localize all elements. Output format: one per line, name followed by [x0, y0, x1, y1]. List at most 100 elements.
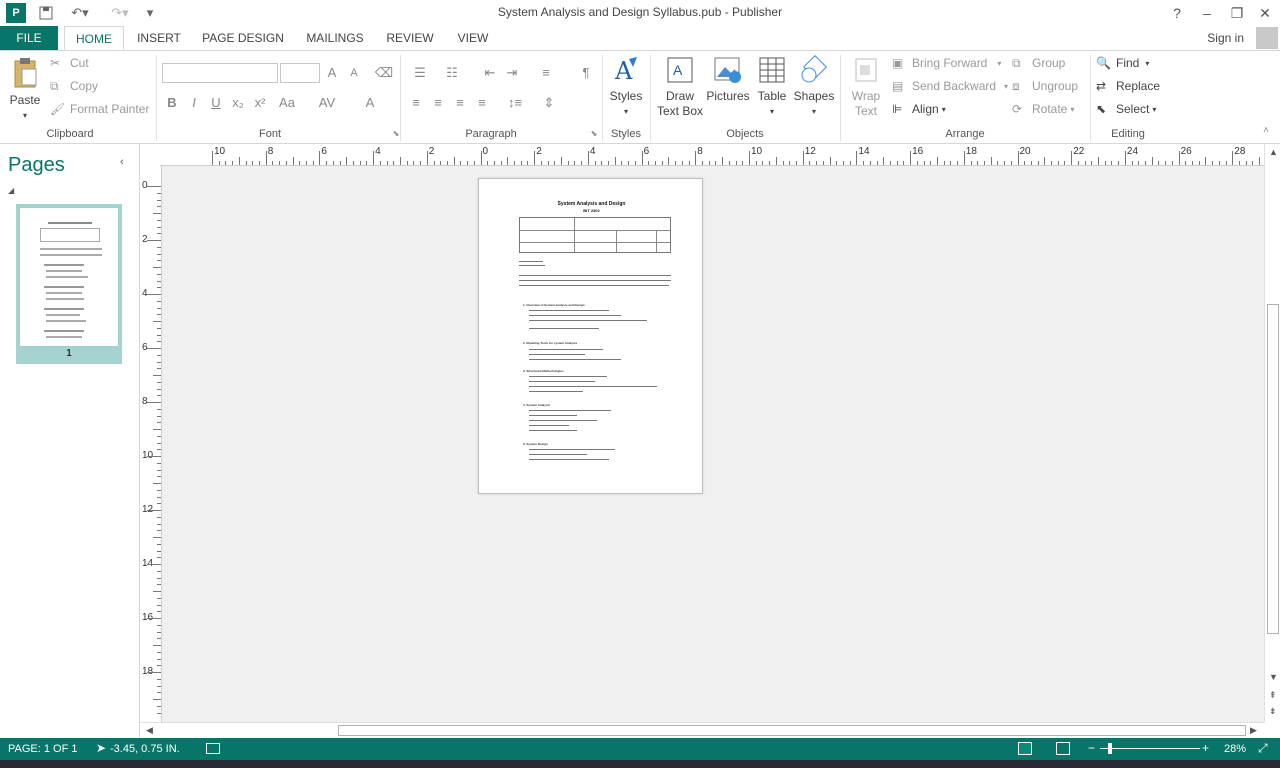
styles-button[interactable]: A Styles ▾ [608, 55, 644, 119]
send-backward-button[interactable]: ▤ Send Backward ▾ [892, 79, 1008, 93]
tab-review[interactable]: REVIEW [382, 26, 438, 50]
align-left-icon[interactable]: ≡ [406, 95, 426, 110]
align-center-icon[interactable]: ≡ [428, 95, 448, 110]
character-spacing-button[interactable]: AV [314, 95, 340, 110]
wrap-text-button[interactable]: Wrap Text [846, 55, 886, 119]
restore-button[interactable]: ❐ [1222, 2, 1252, 24]
underline-button[interactable]: U [206, 95, 226, 110]
previous-page-icon[interactable]: ⇞ [1269, 690, 1277, 701]
font-size-combo[interactable] [280, 63, 320, 83]
columns-icon[interactable]: ≡ [534, 65, 558, 80]
subscript-button[interactable]: x₂ [228, 95, 248, 110]
ruler-tick [157, 584, 161, 586]
ruler-tick [157, 192, 161, 194]
font-dialog-launcher-icon[interactable]: ⬊ [386, 129, 406, 138]
increase-indent-icon[interactable]: ⇥ [502, 65, 522, 81]
bold-button[interactable]: B [162, 95, 182, 110]
draw-text-box-button[interactable]: A Draw Text Box [656, 55, 704, 119]
fit-page-icon[interactable]: ⤢ [1258, 741, 1268, 756]
scroll-up-icon[interactable]: ▲ [1269, 147, 1278, 157]
format-painter-button[interactable]: 🖌 Format Painter [50, 102, 149, 116]
clear-formatting-icon[interactable]: ⌫ [374, 65, 394, 81]
justify-icon[interactable]: ≡ [472, 95, 492, 110]
rotate-button[interactable]: ⟳ Rotate ▾ [1012, 102, 1074, 116]
tab-insert[interactable]: INSERT [132, 26, 186, 50]
two-page-view-icon[interactable] [1056, 742, 1070, 755]
ruler-tick [157, 415, 161, 417]
next-page-icon[interactable]: ⇟ [1269, 706, 1277, 717]
tab-view[interactable]: VIEW [450, 26, 496, 50]
superscript-button[interactable]: x² [250, 95, 270, 110]
zoom-out-button[interactable]: − [1088, 741, 1095, 755]
scroll-down-icon[interactable]: ▼ [1269, 672, 1278, 682]
bring-forward-button[interactable]: ▣ Bring Forward ▾ [892, 56, 1001, 70]
ungroup-button[interactable]: ⧈ Ungroup [1012, 79, 1078, 93]
paste-button[interactable]: Paste ▾ [6, 57, 44, 123]
replace-button[interactable]: ⇄ Replace [1096, 79, 1160, 93]
bullets-icon[interactable]: ☰ [408, 65, 432, 81]
collapse-ribbon-icon[interactable]: ˄ [1256, 125, 1276, 136]
vertical-ruler[interactable]: 024681012141618 [140, 166, 162, 722]
section-heading: 1. Overview of System analysis and Desig… [523, 303, 585, 307]
find-icon: 🔍 [1096, 56, 1111, 70]
ruler-tick [157, 260, 161, 262]
ruler-tick [930, 161, 932, 165]
ruler-tick [379, 161, 381, 165]
vertical-scroll-thumb[interactable] [1267, 304, 1279, 634]
help-button[interactable]: ? [1162, 2, 1192, 24]
expand-arrow-icon[interactable]: ◢ [8, 186, 14, 195]
scroll-left-icon[interactable]: ◀ [146, 725, 153, 736]
ribbon: Paste ▾ ✂ Cut ⧉ Copy 🖌 Format Painter Clipb… [0, 50, 1280, 144]
object-size-icon [206, 743, 220, 754]
zoom-slider[interactable] [1100, 748, 1200, 749]
pictures-button[interactable]: Pictures [706, 55, 750, 104]
sign-in-link[interactable]: Sign in [1207, 31, 1244, 45]
font-color-button[interactable]: A [360, 95, 380, 110]
table-button[interactable]: Table ▾ [754, 55, 790, 119]
close-button[interactable]: ✕ [1250, 2, 1280, 24]
line-spacing-icon[interactable]: ↕≡ [502, 95, 528, 110]
document-page[interactable]: System Analysis and Design BIT 2302 1. O… [478, 178, 703, 494]
workspace[interactable]: System Analysis and Design BIT 2302 1. O… [162, 166, 1264, 722]
page-indicator[interactable]: PAGE: 1 OF 1 [8, 743, 78, 755]
scroll-right-icon[interactable]: ▶ [1250, 725, 1257, 736]
page-thumbnail[interactable]: 1 [16, 204, 122, 364]
zoom-in-button[interactable]: + [1202, 741, 1209, 755]
zoom-slider-thumb[interactable] [1108, 743, 1112, 754]
align-button[interactable]: ⊫ Align ▾ [892, 102, 946, 116]
select-button[interactable]: ⬉ Select ▾ [1096, 102, 1156, 116]
horizontal-scrollbar[interactable]: ◀ ▶ [140, 722, 1264, 738]
ruler-tick [1192, 161, 1194, 165]
decrease-indent-icon[interactable]: ⇤ [480, 65, 500, 81]
italic-button[interactable]: I [184, 95, 204, 110]
group-button[interactable]: ⧉ Group [1012, 56, 1065, 70]
show-paragraph-marks-button[interactable]: ¶ [576, 65, 596, 80]
find-button[interactable]: 🔍 Find ▾ [1096, 56, 1149, 70]
horizontal-scroll-thumb[interactable] [338, 725, 1246, 736]
change-case-button[interactable]: Aa [274, 95, 300, 110]
copy-button[interactable]: ⧉ Copy [50, 79, 98, 93]
avatar[interactable] [1256, 27, 1278, 49]
tab-file[interactable]: FILE [0, 26, 58, 50]
single-page-view-icon[interactable] [1018, 742, 1032, 755]
paragraph-spacing-icon[interactable]: ⇕ [536, 95, 562, 111]
paragraph-dialog-launcher-icon[interactable]: ⬊ [584, 129, 604, 138]
tab-mailings[interactable]: MAILINGS [300, 26, 370, 50]
font-name-combo[interactable] [162, 63, 278, 83]
tab-home[interactable]: HOME [64, 26, 124, 50]
align-right-icon[interactable]: ≡ [450, 95, 470, 110]
numbering-icon[interactable]: ☷ [440, 65, 464, 81]
minimize-button[interactable]: – [1192, 2, 1222, 24]
ruler-tick-label: 22 [1073, 146, 1085, 157]
ruler-tick [957, 161, 959, 165]
cut-button[interactable]: ✂ Cut [50, 56, 89, 70]
horizontal-ruler[interactable]: 10 8 6 4 2 0 2 4 6 8 10 12 14 16 18 20 22 24 26 28 [160, 144, 1280, 166]
zoom-level[interactable]: 28% [1224, 743, 1246, 755]
shapes-button[interactable]: Shapes ▾ [792, 54, 836, 119]
shrink-font-button[interactable]: A [344, 67, 364, 79]
grow-font-button[interactable]: A [322, 65, 342, 80]
ruler-tick [157, 206, 161, 208]
collapse-pane-icon[interactable]: ‹ [120, 156, 124, 168]
vertical-scrollbar[interactable]: ▲ ▼ ⇞ ⇟ [1264, 144, 1280, 722]
tab-page-design[interactable]: PAGE DESIGN [198, 26, 288, 50]
